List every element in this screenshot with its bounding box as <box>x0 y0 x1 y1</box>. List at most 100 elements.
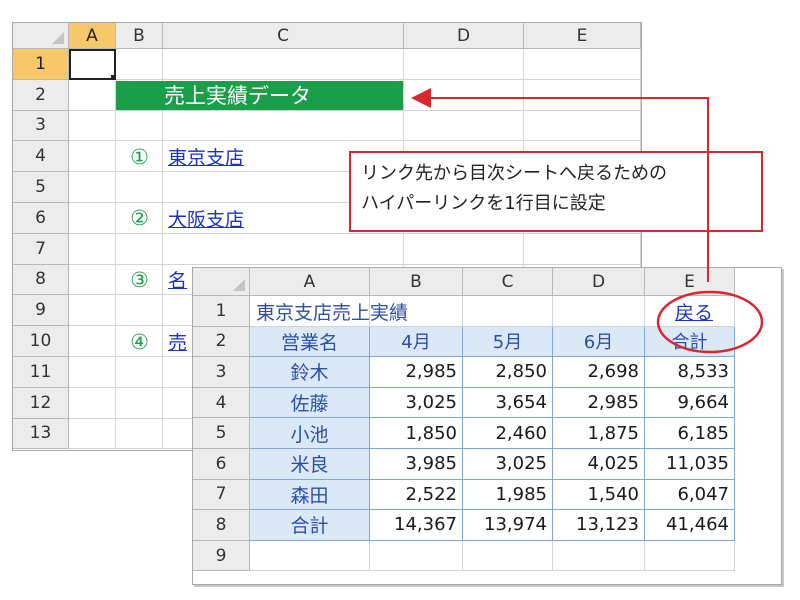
table-cell[interactable]: 3,025 <box>463 449 553 480</box>
cell[interactable] <box>69 79 116 111</box>
row-header-6[interactable]: 6 <box>193 449 250 480</box>
row-header-8[interactable]: 8 <box>193 510 250 541</box>
select-all-corner[interactable] <box>193 268 250 296</box>
cell[interactable] <box>463 540 553 572</box>
cell[interactable] <box>645 540 735 572</box>
column-header-b[interactable]: B <box>370 268 463 296</box>
row-header-3[interactable]: 3 <box>13 110 69 142</box>
column-header-a[interactable]: A <box>250 268 370 296</box>
column-header-d[interactable]: D <box>553 268 645 296</box>
cell[interactable] <box>116 418 163 450</box>
row-header-8[interactable]: 8 <box>13 264 69 296</box>
cell[interactable] <box>116 357 163 388</box>
row-header-2[interactable]: 2 <box>193 326 250 358</box>
cell[interactable] <box>116 110 163 142</box>
cell[interactable] <box>116 387 163 419</box>
table-cell[interactable]: 2,460 <box>463 418 553 449</box>
column-header-d[interactable]: D <box>404 23 524 49</box>
row-header-5[interactable]: 5 <box>193 418 250 449</box>
table-cell[interactable]: 4,025 <box>553 449 645 480</box>
row-header-4[interactable]: 4 <box>193 387 250 419</box>
table-cell[interactable]: 2,522 <box>370 479 463 511</box>
column-header-c[interactable]: C <box>463 268 553 296</box>
row-header-4[interactable]: 4 <box>13 141 69 173</box>
column-header-a[interactable]: A <box>69 23 116 49</box>
table-cell[interactable]: 9,664 <box>645 387 735 419</box>
row-header-9[interactable]: 9 <box>13 295 69 327</box>
row-header-5[interactable]: 5 <box>13 172 69 203</box>
select-all-icon[interactable] <box>52 32 64 44</box>
column-header-c[interactable]: C <box>163 23 404 49</box>
back-link[interactable]: 戻る <box>675 296 735 327</box>
row-header-7[interactable]: 7 <box>193 479 250 511</box>
cell[interactable] <box>163 49 404 80</box>
table-cell[interactable]: 6,047 <box>645 479 735 511</box>
table-cell[interactable]: 13,974 <box>463 510 553 541</box>
table-cell[interactable]: 41,464 <box>645 510 735 541</box>
cell[interactable] <box>116 233 163 265</box>
table-row-label[interactable]: 森田 <box>250 479 370 511</box>
table-cell[interactable]: 1,985 <box>463 479 553 511</box>
table-cell[interactable]: 13,123 <box>553 510 645 541</box>
cell[interactable] <box>524 233 641 265</box>
table-cell[interactable]: 2,985 <box>370 357 463 388</box>
cell[interactable] <box>116 172 163 203</box>
table-row-label[interactable]: 鈴木 <box>250 357 370 388</box>
active-cell[interactable] <box>69 49 116 80</box>
cell[interactable] <box>69 326 116 357</box>
row-header-2[interactable]: 2 <box>13 79 69 111</box>
row-header-7[interactable]: 7 <box>13 233 69 265</box>
cell[interactable] <box>163 110 404 142</box>
cell[interactable] <box>163 233 404 265</box>
cell[interactable] <box>69 110 116 142</box>
select-all-corner[interactable] <box>13 23 69 49</box>
table-cell[interactable]: 1,850 <box>370 418 463 449</box>
table-cell[interactable]: 11,035 <box>645 449 735 480</box>
cell[interactable] <box>116 49 163 80</box>
cell[interactable] <box>524 110 641 142</box>
table-cell[interactable]: 6,185 <box>645 418 735 449</box>
row-header-12[interactable]: 12 <box>13 387 69 419</box>
cell[interactable] <box>250 540 370 572</box>
cell[interactable] <box>404 110 524 142</box>
table-cell[interactable]: 8,533 <box>645 357 735 388</box>
select-all-icon[interactable] <box>233 279 245 291</box>
row-header-10[interactable]: 10 <box>13 326 69 357</box>
column-header-e[interactable]: E <box>524 23 641 49</box>
table-cell[interactable]: 3,985 <box>370 449 463 480</box>
column-header-e[interactable]: E <box>645 268 735 296</box>
row-header-1[interactable]: 1 <box>13 49 69 80</box>
cell[interactable] <box>69 387 116 419</box>
table-row-label[interactable]: 佐藤 <box>250 387 370 419</box>
table-cell[interactable]: 2,985 <box>553 387 645 419</box>
table-cell[interactable]: 2,850 <box>463 357 553 388</box>
row-header-6[interactable]: 6 <box>13 203 69 234</box>
cell[interactable] <box>69 418 116 450</box>
cell[interactable] <box>404 49 524 80</box>
table-cell[interactable]: 1,540 <box>553 479 645 511</box>
cell[interactable] <box>524 49 641 80</box>
cell[interactable] <box>553 296 645 327</box>
table-cell[interactable]: 1,875 <box>553 418 645 449</box>
table-cell[interactable]: 14,367 <box>370 510 463 541</box>
table-row-label[interactable]: 合計 <box>250 510 370 541</box>
cell[interactable] <box>116 295 163 327</box>
cell[interactable] <box>69 141 116 173</box>
cell[interactable] <box>553 540 645 572</box>
row-header-3[interactable]: 3 <box>193 357 250 388</box>
cell[interactable] <box>404 233 524 265</box>
cell[interactable] <box>370 540 463 572</box>
row-header-9[interactable]: 9 <box>193 540 250 572</box>
cell[interactable] <box>69 172 116 203</box>
table-row-label[interactable]: 小池 <box>250 418 370 449</box>
cell[interactable] <box>69 357 116 388</box>
cell[interactable] <box>69 295 116 327</box>
table-row-label[interactable]: 米良 <box>250 449 370 480</box>
cell[interactable] <box>69 203 116 234</box>
row-header-13[interactable]: 13 <box>13 418 69 450</box>
cell[interactable] <box>69 264 116 296</box>
row-header-1[interactable]: 1 <box>193 296 250 327</box>
cell[interactable] <box>404 79 524 111</box>
table-cell[interactable]: 3,025 <box>370 387 463 419</box>
cell[interactable] <box>69 233 116 265</box>
